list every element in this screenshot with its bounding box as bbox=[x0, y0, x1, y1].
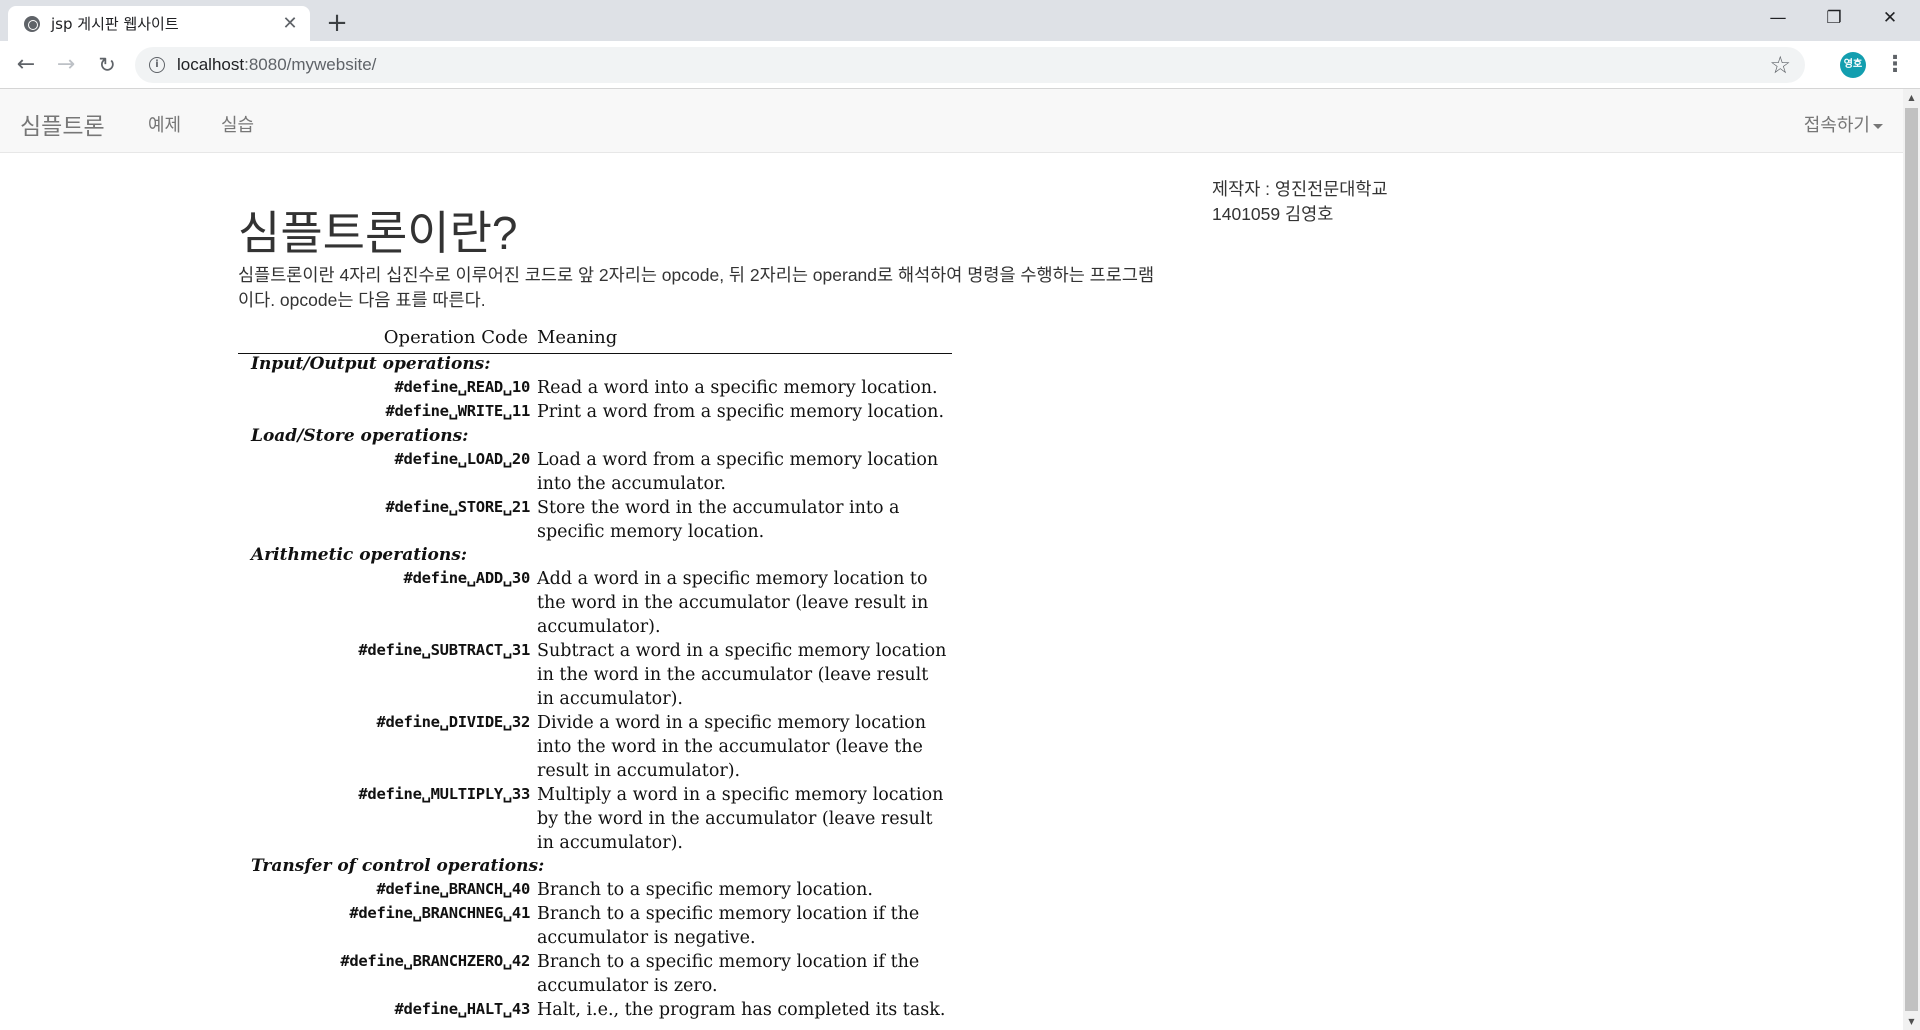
opcode-table-image: Operation Code Meaning Input/Output oper… bbox=[238, 322, 952, 1030]
opcode-code: #define␣DIVIDE␣32 bbox=[376, 713, 530, 731]
section-arith: Arithmetic operations: bbox=[251, 545, 468, 565]
opcode-meaning: Read a word into a specific memory locat… bbox=[537, 378, 938, 398]
opcode-code: #define␣HALT␣43 bbox=[394, 1000, 531, 1018]
header-operation-code: Operation Code bbox=[383, 327, 528, 348]
close-window-button[interactable]: ✕ bbox=[1862, 0, 1918, 38]
opcode-code: #define␣STORE␣21 bbox=[385, 498, 530, 516]
url-path: :8080/mywebsite/ bbox=[244, 55, 377, 74]
navbar-brand[interactable]: 심플트론 bbox=[20, 107, 105, 141]
page-viewport: 심플트론 예제 실습 접속하기 심플트론이란? 심플트론이란 4자리 십진수로 … bbox=[0, 89, 1920, 1030]
bookmark-star-icon[interactable]: ☆ bbox=[1769, 51, 1791, 79]
connect-dropdown[interactable]: 접속하기 bbox=[1804, 111, 1883, 137]
browser-tab[interactable]: jsp 게시판 웹사이트 ✕ bbox=[8, 6, 310, 41]
tab-title: jsp 게시판 웹사이트 bbox=[51, 15, 179, 33]
intro-paragraph: 심플트론이란 4자리 십진수로 이루어진 코드로 앞 2자리는 opcode, … bbox=[238, 265, 1155, 310]
tab-strip: jsp 게시판 웹사이트 ✕ + — ❐ ✕ bbox=[0, 0, 1920, 41]
scrollbar-thumb[interactable] bbox=[1905, 108, 1918, 1011]
scroll-up-icon[interactable]: ▲ bbox=[1903, 89, 1920, 106]
header-meaning: Meaning bbox=[537, 327, 618, 348]
author-info: 제작자 : 영진전문대학교 1401059 김영호 bbox=[1212, 177, 1388, 227]
opcode-meaning: Halt, i.e., the program has completed it… bbox=[537, 1000, 946, 1020]
tab-close-icon[interactable]: ✕ bbox=[280, 13, 300, 34]
caret-down-icon bbox=[1873, 123, 1883, 129]
opcode-code: #define␣BRANCH␣40 bbox=[376, 880, 530, 898]
opcode-code: #define␣ADD␣30 bbox=[403, 569, 531, 587]
forward-arrow-icon[interactable]: → bbox=[51, 50, 81, 80]
opcode-table-header: Operation Code Meaning bbox=[238, 322, 952, 354]
opcode-meaning: Subtract a word in a specific memory loc… bbox=[537, 641, 947, 709]
profile-avatar[interactable]: 영호 bbox=[1840, 52, 1866, 78]
opcode-meaning: Branch to a specific memory location. bbox=[537, 880, 873, 900]
new-tab-button[interactable]: + bbox=[322, 8, 352, 38]
opcode-code: #define␣LOAD␣20 bbox=[394, 450, 531, 468]
opcode-table-body: Input/Output operations: #define␣READ␣10… bbox=[238, 354, 952, 1030]
author-line-2: 1401059 김영호 bbox=[1212, 204, 1334, 224]
opcode-meaning: Branch to a specific memory location if … bbox=[537, 904, 920, 948]
url-text[interactable]: localhost:8080/mywebsite/ bbox=[177, 55, 376, 75]
minimize-button[interactable]: — bbox=[1750, 0, 1806, 38]
opcode-code: #define␣WRITE␣11 bbox=[385, 402, 530, 420]
author-line-1: 제작자 : 영진전문대학교 bbox=[1212, 179, 1388, 199]
site-navbar: 심플트론 예제 실습 접속하기 bbox=[0, 89, 1903, 153]
maximize-button[interactable]: ❐ bbox=[1806, 0, 1862, 38]
url-input[interactable]: i localhost:8080/mywebsite/ ☆ bbox=[135, 47, 1805, 83]
opcode-code: #define␣BRANCHNEG␣41 bbox=[349, 904, 530, 922]
nav-link-practice[interactable]: 실습 bbox=[221, 111, 254, 137]
address-bar: ← → ↻ i localhost:8080/mywebsite/ ☆ 영호 ⋮ bbox=[0, 41, 1920, 89]
section-control: Transfer of control operations: bbox=[251, 856, 545, 876]
opcode-meaning: Divide a word in a specific memory locat… bbox=[537, 713, 926, 781]
opcode-code: #define␣SUBTRACT␣31 bbox=[358, 641, 530, 659]
page-title: 심플트론이란? bbox=[238, 207, 518, 259]
globe-icon bbox=[24, 15, 40, 32]
opcode-code: #define␣BRANCHZERO␣42 bbox=[340, 952, 530, 970]
opcode-meaning: Add a word in a specific memory location… bbox=[537, 569, 929, 637]
section-io: Input/Output operations: bbox=[251, 354, 491, 374]
browser-menu-icon[interactable]: ⋮ bbox=[1884, 50, 1906, 80]
reload-icon[interactable]: ↻ bbox=[92, 50, 122, 80]
url-host: localhost bbox=[177, 55, 245, 74]
opcode-code: #define␣MULTIPLY␣33 bbox=[358, 785, 530, 803]
section-loadstore: Load/Store operations: bbox=[251, 426, 469, 446]
opcode-meaning: Branch to a specific memory location if … bbox=[537, 952, 920, 996]
opcode-meaning: Load a word from a specific memory locat… bbox=[537, 450, 939, 494]
info-icon[interactable]: i bbox=[149, 57, 165, 73]
opcode-meaning: Store the word in the accumulator into a… bbox=[537, 498, 900, 542]
scroll-down-icon[interactable]: ▼ bbox=[1903, 1013, 1920, 1030]
back-arrow-icon[interactable]: ← bbox=[11, 50, 41, 80]
opcode-code: #define␣READ␣10 bbox=[394, 378, 531, 396]
nav-link-example[interactable]: 예제 bbox=[148, 111, 181, 137]
opcode-meaning: Multiply a word in a specific memory loc… bbox=[537, 785, 944, 853]
vertical-scrollbar[interactable]: ▲ ▼ bbox=[1903, 89, 1920, 1030]
connect-dropdown-label: 접속하기 bbox=[1803, 115, 1870, 135]
opcode-meaning: Print a word from a specific memory loca… bbox=[537, 402, 945, 422]
